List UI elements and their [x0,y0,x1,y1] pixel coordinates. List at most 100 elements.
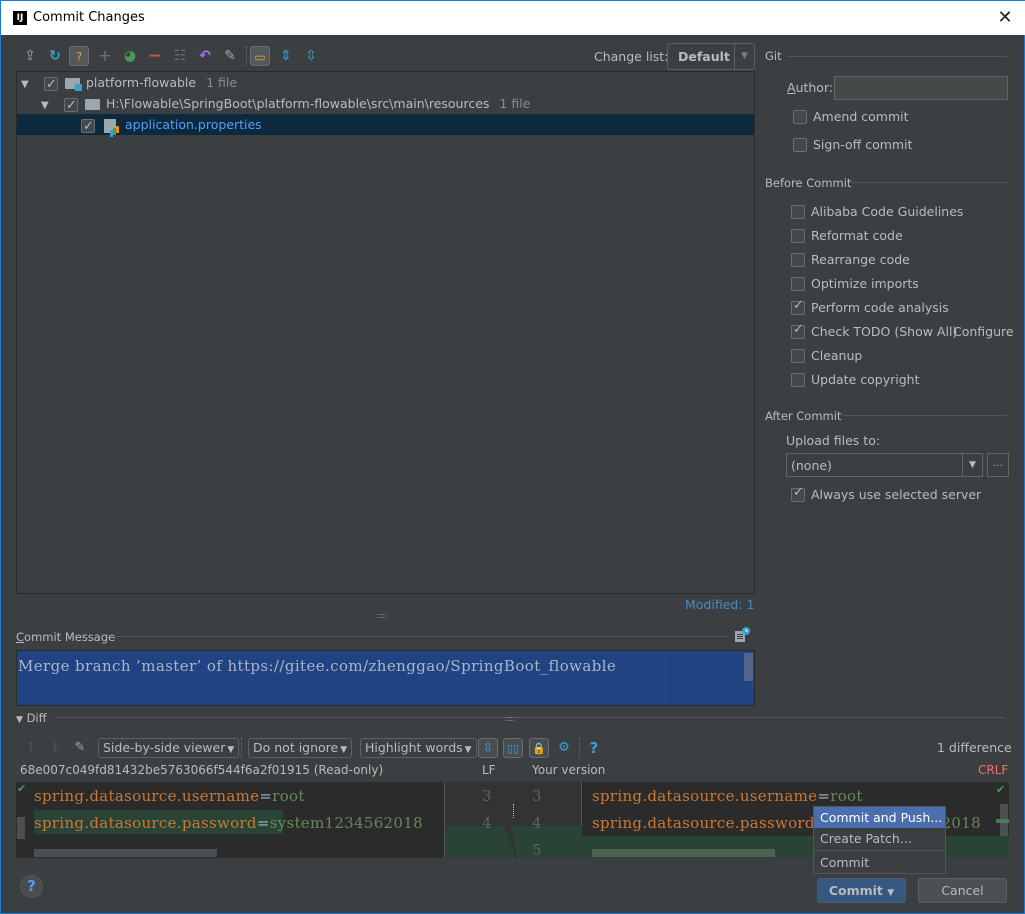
commit-button[interactable]: Commit ▼ [817,878,906,903]
before-commit-section-title: Before Commit [765,176,852,190]
cleanup-label[interactable]: Cleanup [811,348,862,363]
unversioned-files-icon[interactable]: ? [69,46,89,66]
sign-off-commit-label[interactable]: Sign-off commit [813,137,913,152]
splitter-handle[interactable]: ::::: [505,714,515,723]
splitter-handle[interactable]: ::::: [377,611,387,620]
check-todo-label[interactable]: Check TODO (Show All) [811,324,957,339]
tree-row-count: 1 file [499,96,531,111]
alibaba-guidelines-label[interactable]: Alibaba Code Guidelines [811,204,963,219]
right-horizontal-scrollbar[interactable] [592,849,775,857]
cancel-button[interactable]: Cancel [918,878,1007,903]
commit-message-scrollbar[interactable] [744,653,753,681]
cleanup-checkbox[interactable] [791,349,805,363]
refresh-icon[interactable]: ↻ [45,46,65,66]
section-divider [55,717,1005,718]
edit-source-icon[interactable]: ✎ [70,738,90,758]
edit-source-icon[interactable]: ✎ [220,46,240,66]
section-divider [842,415,1007,416]
diff-left-pane[interactable]: ✔ spring.datasource.username=root spring… [16,782,444,858]
tree-row-file[interactable]: application.properties [17,114,754,137]
amend-commit-label[interactable]: Amend commit [813,109,909,124]
right-line-number: 3 [532,787,542,805]
close-button[interactable]: ✕ [994,7,1016,29]
left-horizontal-scrollbar[interactable] [34,849,217,857]
expand-arrow-icon[interactable]: ▼ [21,74,33,95]
commit-message-input[interactable]: Merge branch ’master’ of https://gitee.c… [16,650,755,706]
change-list-dropdown[interactable]: Default ▼ [667,43,755,70]
commit-and-push-menu-item[interactable]: Commit and Push... [814,807,945,828]
ignore-mode-dropdown[interactable]: Do not ignore ▼ [248,738,353,758]
modified-count: Modified: 1 [685,597,755,612]
commit-button-label: Commit [828,883,883,898]
settings-gear-icon[interactable]: ⚙ [554,738,574,758]
expand-all-icon[interactable]: ⇕ [276,46,296,66]
collapse-arrow-icon: ▼ [16,715,23,725]
update-copyright-checkbox[interactable] [791,373,805,387]
remove-icon[interactable]: − [145,46,165,66]
no-errors-check-icon: ✔ [17,782,27,795]
next-difference-icon[interactable]: 🡓 [45,738,65,758]
reformat-code-label[interactable]: Reformat code [811,228,903,243]
gutter-splitter-handle[interactable] [513,804,515,818]
add-icon[interactable]: + [95,46,115,66]
diff-section-toggle[interactable]: ▼ Diff [16,711,47,725]
perform-code-analysis-label[interactable]: Perform code analysis [811,300,949,315]
tree-row-label: H:\Flowable\SpringBoot\platform-flowable… [105,96,490,111]
browse-servers-button[interactable]: ... [987,453,1009,477]
create-patch-menu-item[interactable]: Create Patch... [814,828,945,849]
diff-connector-shape [445,826,582,858]
sign-off-commit-checkbox[interactable] [793,138,807,152]
tree-checkbox[interactable] [43,74,58,95]
rearrange-code-label[interactable]: Rearrange code [811,252,910,267]
update-copyright-label[interactable]: Update copyright [811,372,919,387]
reformat-code-checkbox[interactable] [791,229,805,243]
sync-scroll-icon[interactable]: ▯▯ [503,738,523,758]
tree-checkbox[interactable] [63,95,78,116]
optimize-imports-checkbox[interactable] [791,277,805,291]
show-diff-icon[interactable]: ◕ [120,46,140,66]
show-module-icon[interactable]: ▭ [250,46,270,66]
tree-row-directory[interactable]: ▼ H:\Flowable\SpringBoot\platform-flowab… [17,93,754,116]
configure-todo-link[interactable]: Configure [953,324,1014,339]
always-use-server-checkbox[interactable] [791,485,805,502]
viewer-mode-dropdown[interactable]: Side-by-side viewer ▼ [98,738,240,758]
changes-tree[interactable]: ▼ platform-flowable 1 file ▼ H:\Flowable… [16,71,755,594]
always-use-server-label[interactable]: Always use selected server [811,487,981,502]
commit-menu-item[interactable]: Commit [814,852,945,873]
collapse-unchanged-icon[interactable]: ⇳ [478,738,498,758]
optimize-imports-label[interactable]: Optimize imports [811,276,919,291]
diff-left-line-4: spring.datasource.password=system1234562… [34,814,423,832]
previous-difference-icon[interactable]: 🡑 [21,738,41,758]
commit-changes-dialog: IJ Commit Changes ✕ ⇪ ↻ ? + ◕ − ☷ ↶ ✎ ▭ … [0,0,1025,914]
vcs-update-icon[interactable]: ⇪ [20,46,40,66]
change-list-value: Default [678,49,730,64]
tree-row-label: platform-flowable [85,75,197,90]
help-button[interactable]: ? [20,875,43,898]
commit-message-history-icon[interactable] [734,627,750,643]
left-line-separator[interactable]: LF [482,763,496,777]
commit-message-label: Commit Message [16,630,116,644]
group-by-icon[interactable]: ☷ [170,46,190,66]
author-input[interactable] [834,76,1008,100]
rearrange-code-checkbox[interactable] [791,253,805,267]
difference-count: 1 difference [937,740,1012,755]
change-marker [996,819,1009,823]
commit-message-text: Merge branch ’master’ of https://gitee.c… [18,657,617,675]
tree-checkbox[interactable] [81,116,95,137]
tree-row-label: application.properties [124,117,262,132]
amend-commit-checkbox[interactable] [793,110,807,124]
tree-row-module[interactable]: ▼ platform-flowable 1 file [17,72,754,95]
check-todo-checkbox[interactable] [791,322,805,339]
highlight-mode-dropdown[interactable]: Highlight words ▼ [360,738,477,758]
collapse-all-icon[interactable]: ⇳ [301,46,321,66]
upload-server-dropdown[interactable]: (none) ▼ [786,453,983,477]
rollback-icon[interactable]: ↶ [195,46,215,66]
lock-icon[interactable]: 🔒 [529,738,549,758]
right-line-separator[interactable]: CRLF [978,763,1008,777]
expand-arrow-icon[interactable]: ▼ [41,95,53,116]
git-section-title: Git [765,49,782,63]
alibaba-guidelines-checkbox[interactable] [791,205,805,219]
upload-server-value: (none) [791,458,832,473]
help-icon[interactable]: ? [584,738,604,758]
perform-code-analysis-checkbox[interactable] [791,298,805,315]
